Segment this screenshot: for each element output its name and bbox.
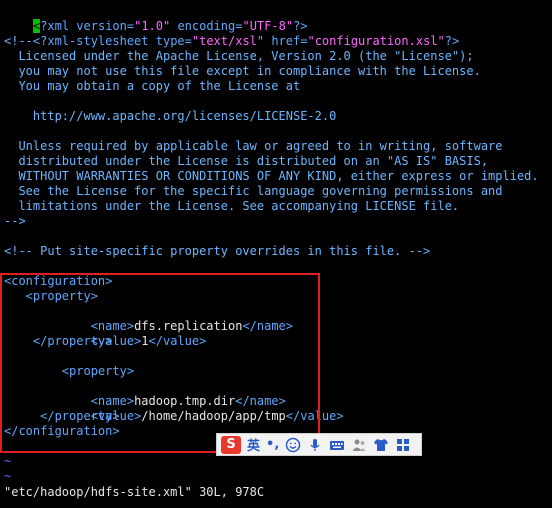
toolbox-grid-icon[interactable] [395,437,411,453]
xml-stylesheet-line: <?xml-stylesheet type="text/xsl" href="c… [32,34,460,48]
empty-buffer-tilde: ~ [4,454,12,468]
ime-toolbar[interactable]: S 英 •, [216,433,422,456]
comment-line: http://www.apache.org/licenses/LICENSE-2… [4,109,337,123]
ime-punctuation-toggle[interactable]: •, [266,437,279,452]
comment-line: Unless required by applicable law or agr… [4,139,503,153]
comment-line: See the License for the specific languag… [4,184,503,198]
emoji-icon[interactable] [285,437,301,453]
comment-line: you may not use this file except in comp… [4,64,481,78]
comment-line: <!-- Put site-specific property override… [4,244,431,258]
comment-line: You may obtain a copy of the License at [4,79,301,93]
comment-line: WITHOUT WARRANTIES OR CONDITIONS OF ANY … [4,169,539,183]
ime-language-toggle[interactable]: 英 [247,435,260,454]
highlight-box [0,273,320,453]
sogou-logo-icon[interactable]: S [221,435,241,454]
keyboard-icon[interactable] [329,437,345,453]
status-line: "etc/hadoop/hdfs-site.xml" 30L, 978C [4,485,265,499]
comment-line: <!-- [4,34,33,48]
skin-shirt-icon[interactable] [373,437,389,453]
comment-line: distributed under the License is distrib… [4,154,489,168]
comment-line: Licensed under the Apache License, Versi… [4,49,474,63]
empty-buffer-tilde: ~ [4,469,12,483]
terminal-window[interactable]: <?xml version="1.0" encoding="UTF-8"?> <… [0,0,552,508]
xml-declaration-line: <?xml version="1.0" encoding="UTF-8"?> [32,19,308,33]
user-icon[interactable] [351,437,367,453]
comment-line: limitations under the License. See accom… [4,199,460,213]
microphone-icon[interactable] [307,437,323,453]
comment-line: --> [4,214,26,228]
